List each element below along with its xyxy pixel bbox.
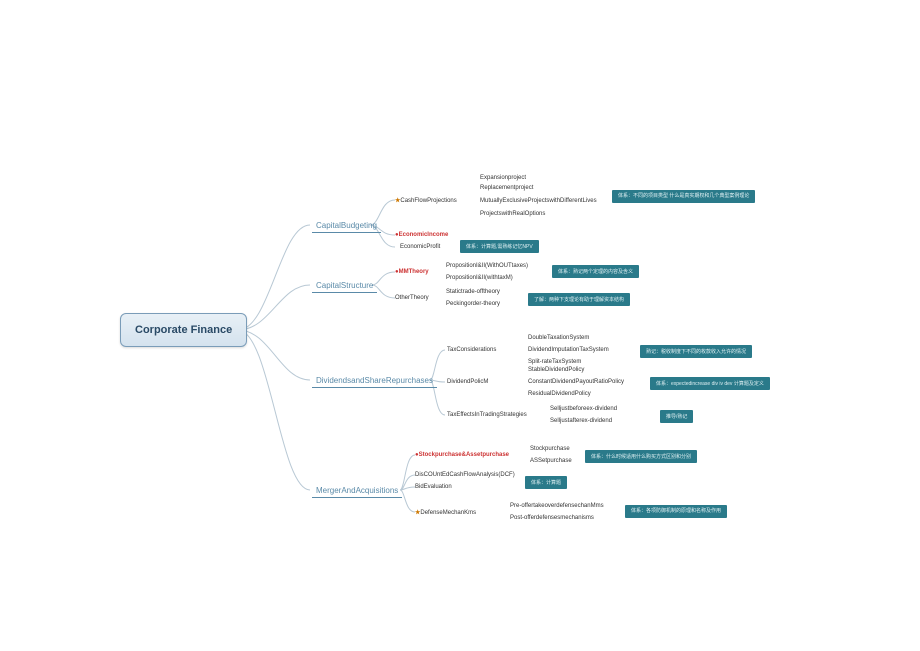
note: 体系：计算题,需熟练记忆NPV bbox=[460, 240, 539, 253]
node-other-theory[interactable]: OtherTheory bbox=[395, 295, 429, 301]
leaf: Peckingorder-theory bbox=[446, 301, 500, 307]
node-tax-effects-trading[interactable]: TaxEffectsInTradingStrategies bbox=[447, 412, 527, 418]
branch-merger-acquisitions[interactable]: MergerAndAcquisitions bbox=[312, 484, 402, 498]
leaf: DoubleTaxationSystem bbox=[528, 335, 589, 341]
note: 体系：不同的项目类型 什么是真实期权和几个典型案例理论 bbox=[612, 190, 755, 203]
leaf: StableDividendPolicy bbox=[528, 367, 584, 373]
note: 体系：expectedincrease div iv dev 计算题及定义 bbox=[650, 377, 770, 390]
note: 体系：什么时候适用什么购买方式区别和分别 bbox=[585, 450, 697, 463]
branch-dividends-repurchases[interactable]: DividendsandShareRepurchases bbox=[312, 374, 437, 388]
leaf: PropositionI&II(WithOUTtaxes) bbox=[446, 263, 528, 269]
leaf: Replacementproject bbox=[480, 185, 533, 191]
leaf: PropositionI&II(withtaxM) bbox=[446, 275, 513, 281]
leaf: MutuallyExclusiveProjectswithDifferentLi… bbox=[480, 198, 597, 204]
note: 推导/熟记 bbox=[660, 410, 693, 423]
note: 了解：两种下支理论有助于理解资本结构 bbox=[528, 293, 630, 306]
node-dcf-analysis[interactable]: DisCOUntEdCashFlowAnalysis(DCF) bbox=[415, 472, 515, 478]
leaf: Post-offerdefensesmechanisms bbox=[510, 515, 594, 521]
node-tax-considerations[interactable]: TaxConsiderations bbox=[447, 347, 496, 353]
leaf: ProjectswithRealOptions bbox=[480, 211, 545, 217]
leaf: Split-rateTaxSystem bbox=[528, 359, 581, 365]
note: 体系：熟记两个定理的内容及含义 bbox=[552, 265, 639, 278]
leaf: Selljustbeforeex-dividend bbox=[550, 406, 617, 412]
branch-capital-budgeting[interactable]: CapitalBudgeting bbox=[312, 219, 381, 233]
leaf: Selljustafterex-dividend bbox=[550, 418, 612, 424]
leaf: Statictrade-offtheory bbox=[446, 289, 500, 295]
leaf: ResidualDividendPolicy bbox=[528, 391, 591, 397]
node-stock-asset-purchase[interactable]: ●Stockpurchase&Assetpurchase bbox=[415, 452, 509, 458]
node-economic-income[interactable]: ●EconomicIncome bbox=[395, 232, 448, 238]
leaf: Expansionproject bbox=[480, 175, 526, 181]
node-dividend-policy[interactable]: DividendPolicM bbox=[447, 379, 488, 385]
leaf: ConstantDividendPayoutRatioPolicy bbox=[528, 379, 624, 385]
leaf: Pre-offertakeoverdefensechanMms bbox=[510, 503, 604, 509]
node-defense-mechanisms[interactable]: ★DefenseMechanKms bbox=[415, 509, 476, 516]
node-cashflow-projections[interactable]: ★CashFlowProjections bbox=[395, 197, 457, 204]
leaf: ASSetpurchase bbox=[530, 458, 572, 464]
node-economic-profit[interactable]: EconomicProfit bbox=[400, 244, 440, 250]
root-node[interactable]: Corporate Finance bbox=[120, 313, 247, 347]
note: 体系：各项防御机制的原理和名称及作用 bbox=[625, 505, 727, 518]
leaf: DividendImputationTaxSystem bbox=[528, 347, 609, 353]
node-mm-theory[interactable]: ●MMTheory bbox=[395, 269, 429, 275]
leaf: Stockpurchase bbox=[530, 446, 570, 452]
note: 熟记：税收制度下不同的枚款收入允许的情况 bbox=[640, 345, 752, 358]
node-bid-evaluation[interactable]: BidEvaluation bbox=[415, 484, 452, 490]
branch-capital-structure[interactable]: CapitalStructure bbox=[312, 279, 377, 293]
note: 体系：计算题 bbox=[525, 476, 567, 489]
